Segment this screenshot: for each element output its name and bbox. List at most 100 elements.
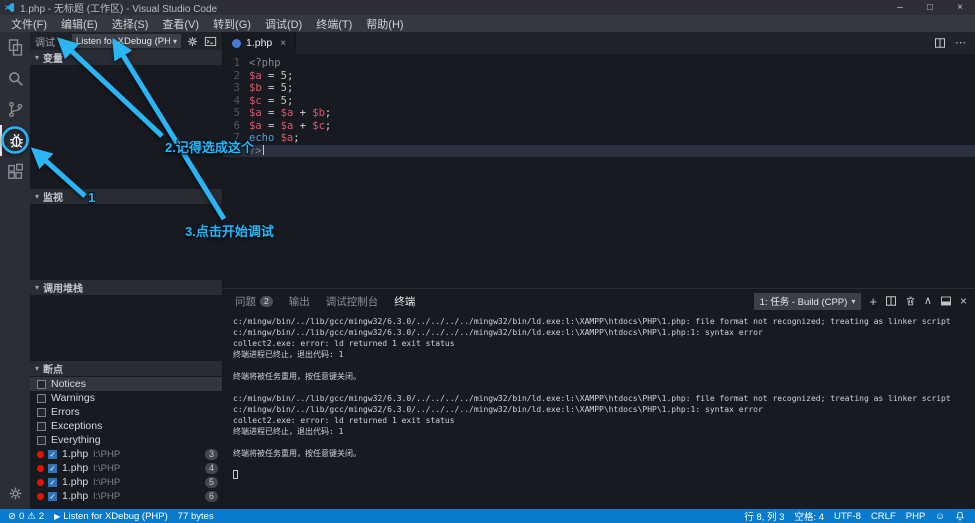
checkbox-icon[interactable] — [37, 436, 46, 445]
breakpoint-row[interactable]: ✓1.phpl:\PHP3 — [30, 447, 222, 461]
terminal-line: collect2.exe: error: ld returned 1 exit … — [233, 338, 975, 349]
debug-status[interactable]: ▶ Listen for XDebug (PHP) — [49, 511, 173, 522]
breakpoint-filter-row[interactable]: Errors — [30, 405, 222, 419]
problems-status[interactable]: ⊘ 0 ⚠ 2 — [3, 511, 49, 522]
close-button[interactable]: × — [945, 0, 975, 15]
breakpoint-row[interactable]: ✓1.phpl:\PHP5 — [30, 475, 222, 489]
code-line[interactable]: 6$a = $a + $c; — [223, 120, 975, 133]
terminal-line: 终端将被任务重用，按任意键关闭。 — [233, 448, 975, 459]
breakpoint-filter-label: Notices — [51, 378, 86, 390]
menu-item-4[interactable]: 查看(V) — [155, 16, 206, 32]
tab-close-icon[interactable]: × — [280, 38, 286, 49]
start-debug-button[interactable]: ▶ — [60, 36, 67, 47]
code-line[interactable]: 2$a = 5; — [223, 70, 975, 83]
notifications-bell-icon[interactable] — [950, 509, 970, 523]
cursor-position[interactable]: 行 8, 列 3 — [739, 509, 789, 523]
checkbox-checked-icon[interactable]: ✓ — [48, 464, 57, 473]
menu-item-6[interactable]: 调试(D) — [258, 16, 309, 32]
eol-selector[interactable]: CRLF — [866, 509, 901, 523]
settings-gear-icon[interactable] — [0, 478, 30, 509]
activity-bar-spacer — [0, 187, 30, 478]
more-actions-icon[interactable]: ⋯ — [955, 38, 966, 49]
line-content: echo $a; — [249, 132, 300, 145]
code-line[interactable]: 8?> — [223, 145, 975, 158]
panel-tab-2[interactable]: 输出 — [289, 294, 310, 309]
line-number: 6 — [223, 120, 249, 133]
kill-terminal-trash-icon[interactable] — [905, 295, 916, 307]
menu-item-8[interactable]: 帮助(H) — [359, 16, 410, 32]
checkbox-checked-icon[interactable]: ✓ — [48, 478, 57, 487]
warning-icon: ⚠ — [27, 511, 36, 522]
watch-panel — [30, 204, 222, 280]
breakpoint-file: 1.php — [62, 462, 88, 474]
panel-tab-3[interactable]: 调试控制台 — [326, 294, 379, 309]
split-editor-icon[interactable] — [934, 37, 946, 49]
minimize-button[interactable]: – — [885, 0, 915, 15]
checkbox-icon[interactable] — [37, 422, 46, 431]
section-call-stack[interactable]: ▾ 调用堆栈 — [30, 280, 222, 295]
checkbox-checked-icon[interactable]: ✓ — [48, 450, 57, 459]
breakpoint-filter-row[interactable]: Warnings — [30, 391, 222, 405]
encoding[interactable]: UTF-8 — [829, 509, 866, 523]
language-mode[interactable]: PHP — [901, 509, 931, 523]
close-panel-icon[interactable]: × — [960, 295, 967, 307]
section-breakpoints[interactable]: ▾ 断点 — [30, 361, 222, 376]
checkbox-icon[interactable] — [37, 408, 46, 417]
breakpoint-dot-icon — [37, 493, 44, 500]
code-line[interactable]: 4$c = 5; — [223, 95, 975, 108]
search-icon[interactable] — [0, 63, 30, 94]
breakpoint-line-badge: 6 — [205, 491, 218, 502]
code-line[interactable]: 7echo $a; — [223, 132, 975, 145]
split-terminal-icon[interactable] — [885, 295, 897, 307]
breakpoint-filter-row[interactable]: Notices — [30, 377, 222, 391]
checkbox-checked-icon[interactable]: ✓ — [48, 492, 57, 501]
menu-item-2[interactable]: 编辑(E) — [54, 16, 105, 32]
call-stack-panel — [30, 295, 222, 361]
maximize-button[interactable]: □ — [915, 0, 945, 15]
panel-tabs: 问题2 输出 调试控制台终端 — [235, 294, 431, 309]
debug-sidebar: 调试 ▶ Listen for XDebug (PHP) ▾ ▾ 变量 — [30, 32, 223, 509]
breakpoint-filter-row[interactable]: Exceptions — [30, 419, 222, 433]
terminal-line — [233, 360, 975, 371]
explorer-icon[interactable] — [0, 32, 30, 63]
title-bar: 1.php - 无标题 (工作区) - Visual Studio Code –… — [0, 0, 975, 15]
breakpoint-row[interactable]: ✓1.phpl:\PHP4 — [30, 461, 222, 475]
code-line[interactable]: 5$a = $a + $b; — [223, 107, 975, 120]
breakpoint-row[interactable]: ✓1.phpl:\PHP6 — [30, 489, 222, 503]
debug-icon[interactable] — [0, 125, 30, 156]
code-lines: 1<?php2$a = 5;3$b = 5;4$c = 5;5$a = $a +… — [223, 57, 975, 157]
panel-tab-1[interactable]: 问题2 — [235, 294, 273, 309]
checkbox-icon[interactable] — [37, 394, 46, 403]
code-editor[interactable]: 1<?php2$a = 5;3$b = 5;4$c = 5;5$a = $a +… — [223, 54, 975, 288]
new-terminal-icon[interactable]: + — [869, 295, 877, 308]
line-number: 3 — [223, 82, 249, 95]
tab-1php[interactable]: 1.php × — [223, 32, 296, 54]
extensions-icon[interactable] — [0, 156, 30, 187]
menu-item-5[interactable]: 转到(G) — [206, 16, 258, 32]
terminal-picker-dropdown[interactable]: 1: 任务 - Build (CPP) ▾ — [754, 293, 862, 310]
file-size-status: 77 bytes — [173, 511, 219, 522]
panel-tab-4[interactable]: 终端 — [394, 294, 415, 309]
menu-item-7[interactable]: 终端(T) — [309, 16, 359, 32]
feedback-smiley-icon[interactable]: ☺ — [930, 509, 950, 523]
code-line[interactable]: 3$b = 5; — [223, 82, 975, 95]
breakpoint-filter-row[interactable]: Everything — [30, 433, 222, 447]
section-watch[interactable]: ▾ 监视 — [30, 189, 222, 204]
code-line[interactable]: 1<?php — [223, 57, 975, 70]
hide-panel-icon[interactable] — [940, 295, 952, 307]
breakpoint-filter-label: Warnings — [51, 392, 95, 404]
indentation[interactable]: 空格: 4 — [789, 509, 829, 523]
menu-item-3[interactable]: 选择(S) — [105, 16, 156, 32]
maximize-panel-icon[interactable]: ∧ — [924, 296, 932, 307]
debug-console-icon[interactable] — [204, 35, 217, 48]
section-variables[interactable]: ▾ 变量 — [30, 50, 222, 65]
source-control-icon[interactable] — [0, 94, 30, 125]
debug-config-dropdown[interactable]: Listen for XDebug (PHP) ▾ — [72, 34, 181, 48]
code-token: ?> — [249, 145, 262, 157]
menu-item-1[interactable]: 文件(F) — [4, 16, 54, 32]
breakpoint-file: 1.php — [62, 490, 88, 502]
debug-settings-gear-icon[interactable] — [186, 35, 199, 48]
line-content: ?> — [249, 145, 264, 158]
terminal-output[interactable]: c:/mingw/bin/../lib/gcc/mingw32/6.3.0/..… — [223, 313, 975, 509]
checkbox-icon[interactable] — [37, 380, 46, 389]
